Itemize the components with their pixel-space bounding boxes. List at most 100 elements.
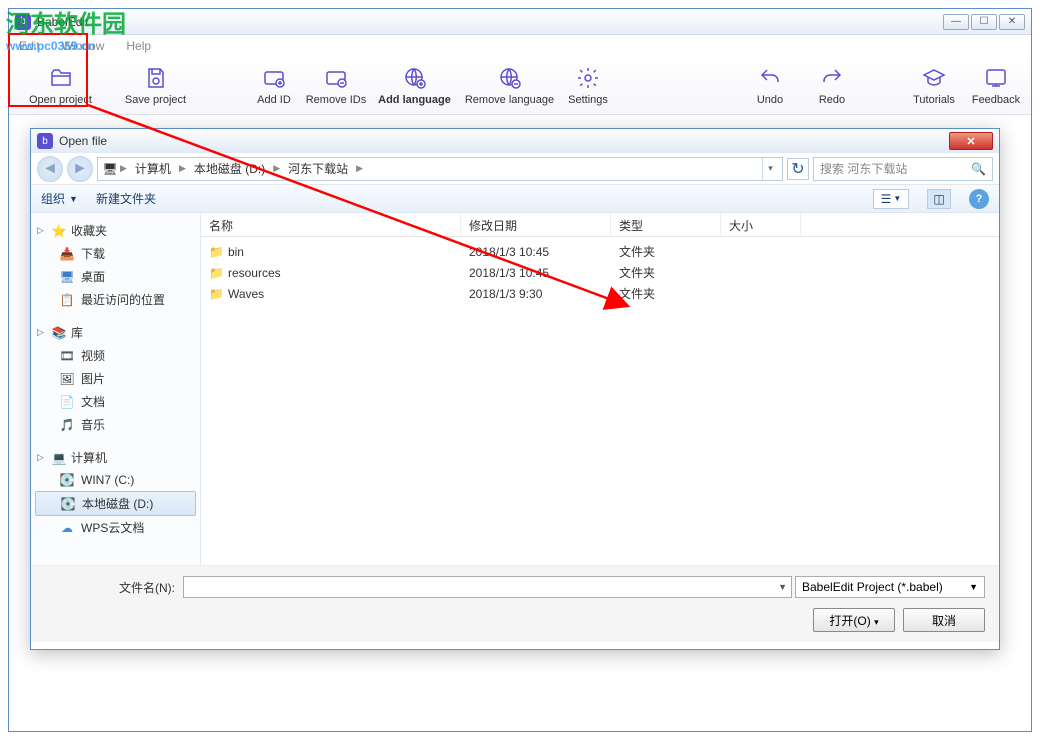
file-header: 名称 修改日期 类型 大小 [201, 213, 999, 237]
tree-wps-cloud[interactable]: ☁WPS云文档 [35, 516, 196, 539]
breadcrumb[interactable]: 🖥 ▶ 计算机▶ 本地磁盘 (D:)▶ 河东下载站▶ ▾ [97, 157, 783, 181]
tree-documents[interactable]: 📄文档 [35, 390, 196, 413]
col-type[interactable]: 类型 [611, 213, 721, 236]
maximize-button[interactable]: ☐ [971, 14, 997, 30]
col-size[interactable]: 大小 [721, 213, 801, 236]
folder-open-icon [49, 66, 73, 90]
breadcrumb-seg-1[interactable]: 本地磁盘 (D:) [188, 160, 271, 177]
col-name[interactable]: 名称 [201, 213, 461, 236]
menu-window[interactable]: Window [58, 37, 109, 55]
globe-add-icon [403, 66, 427, 90]
desktop-icon: 🖥 [59, 269, 75, 285]
star-icon: ⭐ [51, 223, 67, 239]
remove-ids-icon [324, 66, 348, 90]
settings-button[interactable]: Settings [557, 60, 619, 112]
breadcrumb-seg-0[interactable]: 计算机 [129, 160, 177, 177]
undo-icon [758, 66, 782, 90]
tree-drive-d[interactable]: 💽本地磁盘 (D:) [35, 491, 196, 516]
file-filter-dropdown[interactable]: BabelEdit Project (*.babel)▼ [795, 576, 985, 598]
folder-icon: 📁 [209, 266, 224, 280]
redo-button[interactable]: Redo [801, 60, 863, 112]
picture-icon: 🖼 [59, 371, 75, 387]
drive-icon: 💽 [60, 496, 76, 512]
open-button[interactable]: 打开(O) ▾ [813, 608, 895, 632]
dialog-body: ▷⭐收藏夹 📥下载 🖥桌面 📋最近访问的位置 ▷📚库 🎞视频 🖼图片 📄文档 🎵… [31, 213, 999, 565]
nav-row: ◄ ► 🖥 ▶ 计算机▶ 本地磁盘 (D:)▶ 河东下载站▶ ▾ ↻ 搜索 河东… [31, 153, 999, 185]
remove-language-button[interactable]: Remove language [462, 60, 557, 112]
organize-button[interactable]: 组织 ▼ [41, 190, 78, 207]
dialog-titlebar: b Open file ✕ [31, 129, 999, 153]
cloud-icon: ☁ [59, 520, 75, 536]
minimize-button[interactable]: — [943, 14, 969, 30]
refresh-button[interactable]: ↻ [787, 158, 809, 180]
nav-tree: ▷⭐收藏夹 📥下载 🖥桌面 📋最近访问的位置 ▷📚库 🎞视频 🖼图片 📄文档 🎵… [31, 213, 201, 565]
col-modified[interactable]: 修改日期 [461, 213, 611, 236]
tree-desktop[interactable]: 🖥桌面 [35, 265, 196, 288]
file-row[interactable]: 📁resources2018/1/3 10:45文件夹 [201, 262, 999, 283]
tree-recent[interactable]: 📋最近访问的位置 [35, 288, 196, 311]
main-toolbar: Open project Save project Add ID Remove … [9, 57, 1031, 115]
document-icon: 📄 [59, 394, 75, 410]
tree-videos[interactable]: 🎞视频 [35, 344, 196, 367]
globe-remove-icon [498, 66, 522, 90]
recent-icon: 📋 [59, 292, 75, 308]
tree-music[interactable]: 🎵音乐 [35, 413, 196, 436]
dialog-close-button[interactable]: ✕ [949, 132, 993, 150]
breadcrumb-seg-2[interactable]: 河东下载站 [282, 160, 354, 177]
feedback-button[interactable]: Feedback [965, 60, 1027, 112]
dialog-toolbar: 组织 ▼ 新建文件夹 ☰ ▼ ◫ ? [31, 185, 999, 213]
tree-libraries[interactable]: ▷📚库 [35, 321, 196, 344]
close-button[interactable]: ✕ [999, 14, 1025, 30]
computer-icon: 🖥 [102, 161, 118, 177]
new-folder-button[interactable]: 新建文件夹 [96, 190, 156, 207]
breadcrumb-dropdown[interactable]: ▾ [762, 158, 778, 180]
video-icon: 🎞 [59, 348, 75, 364]
dialog-title: Open file [59, 134, 949, 148]
file-row[interactable]: 📁bin2018/1/3 10:45文件夹 [201, 241, 999, 262]
menubar: Edit Window Help [9, 35, 1031, 57]
open-project-button[interactable]: Open project [13, 60, 108, 112]
menu-edit[interactable]: Edit [15, 37, 44, 55]
tree-pictures[interactable]: 🖼图片 [35, 367, 196, 390]
file-list: 📁bin2018/1/3 10:45文件夹📁resources2018/1/3 … [201, 237, 999, 565]
file-row[interactable]: 📁Waves2018/1/3 9:30文件夹 [201, 283, 999, 304]
file-area: 名称 修改日期 类型 大小 📁bin2018/1/3 10:45文件夹📁reso… [201, 213, 999, 565]
folder-icon: 📁 [209, 245, 224, 259]
drive-icon: 💽 [59, 472, 75, 488]
computer-icon: 💻 [51, 450, 67, 466]
tree-drive-c[interactable]: 💽WIN7 (C:) [35, 469, 196, 491]
add-id-icon [262, 66, 286, 90]
music-icon: 🎵 [59, 417, 75, 433]
save-icon [144, 66, 168, 90]
search-input[interactable]: 搜索 河东下载站 🔍 [813, 157, 993, 181]
tree-downloads[interactable]: 📥下载 [35, 242, 196, 265]
nav-forward-button[interactable]: ► [67, 156, 93, 182]
open-file-dialog: b Open file ✕ ◄ ► 🖥 ▶ 计算机▶ 本地磁盘 (D:)▶ 河东… [30, 128, 1000, 650]
cancel-button[interactable]: 取消 [903, 608, 985, 632]
app-icon: b [15, 14, 31, 30]
save-project-button[interactable]: Save project [108, 60, 203, 112]
help-button[interactable]: ? [969, 189, 989, 209]
dialog-footer: 文件名(N): ▼ BabelEdit Project (*.babel)▼ 打… [31, 565, 999, 642]
add-language-button[interactable]: Add language [367, 60, 462, 112]
undo-button[interactable]: Undo [739, 60, 801, 112]
filename-label: 文件名(N): [45, 579, 175, 596]
tutorials-icon [922, 66, 946, 90]
tutorials-button[interactable]: Tutorials [903, 60, 965, 112]
search-icon: 🔍 [971, 162, 986, 176]
preview-pane-button[interactable]: ◫ [927, 189, 951, 209]
dialog-icon: b [37, 133, 53, 149]
filename-input[interactable] [183, 576, 792, 598]
remove-ids-button[interactable]: Remove IDs [305, 60, 367, 112]
nav-back-button[interactable]: ◄ [37, 156, 63, 182]
gear-icon [576, 66, 600, 90]
library-icon: 📚 [51, 325, 67, 341]
view-mode-button[interactable]: ☰ ▼ [873, 189, 909, 209]
titlebar: b BabelEdit — ☐ ✕ [9, 9, 1031, 35]
add-id-button[interactable]: Add ID [243, 60, 305, 112]
redo-icon [820, 66, 844, 90]
tree-computer[interactable]: ▷💻计算机 [35, 446, 196, 469]
tree-favorites[interactable]: ▷⭐收藏夹 [35, 219, 196, 242]
feedback-icon [984, 66, 1008, 90]
menu-help[interactable]: Help [122, 37, 155, 55]
